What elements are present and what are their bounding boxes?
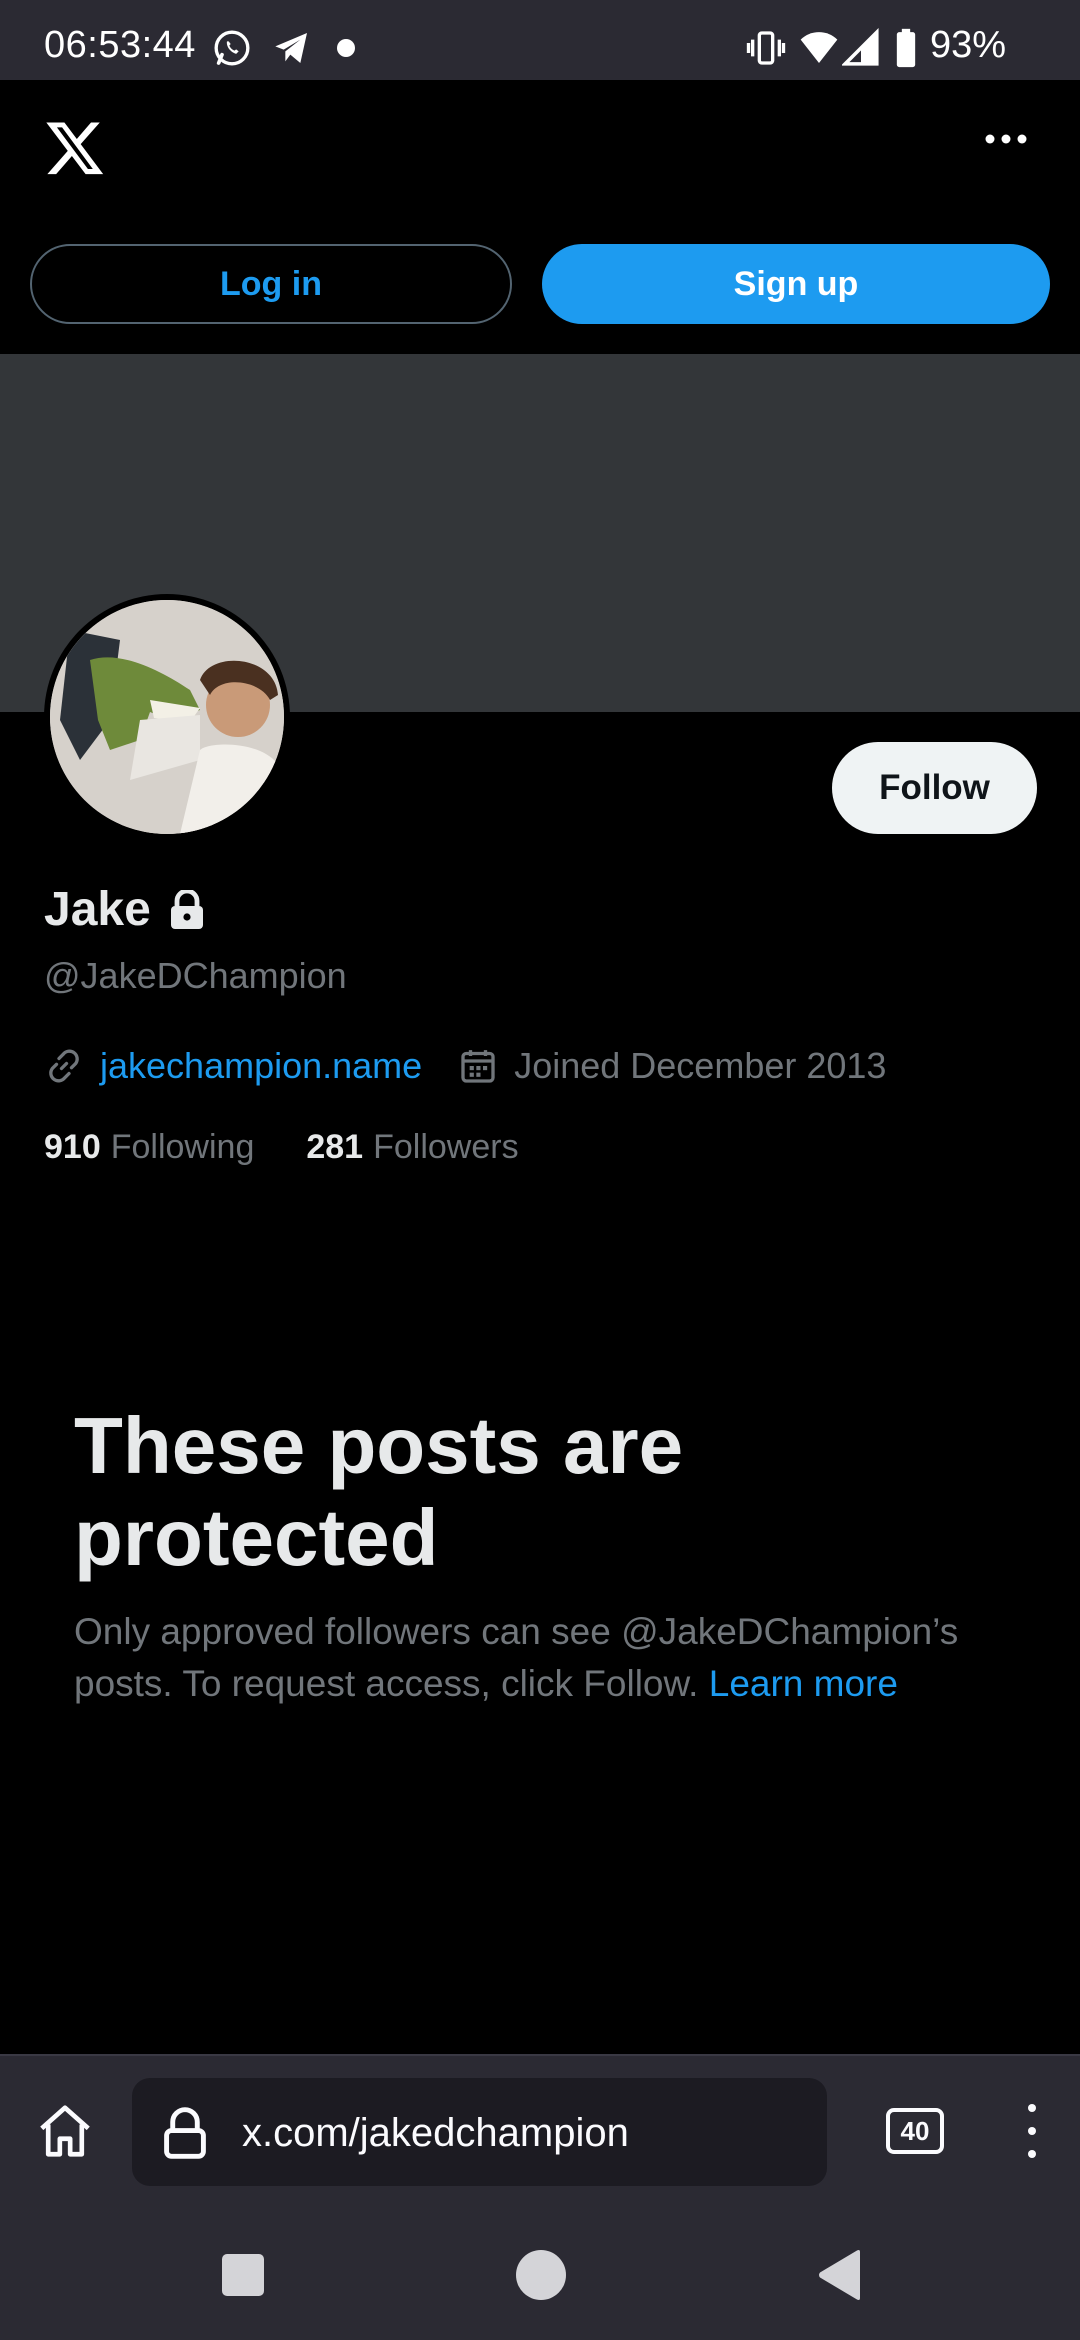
overflow-menu-icon[interactable] [1022, 2100, 1042, 2162]
login-button[interactable]: Log in [30, 244, 512, 324]
x-logo-icon[interactable] [44, 116, 106, 178]
battery-icon [896, 28, 916, 68]
url-lock-icon[interactable] [162, 2106, 208, 2160]
recents-button[interactable] [222, 2254, 264, 2296]
top-bar [0, 80, 1080, 220]
protected-title: These posts are protected [74, 1401, 684, 1582]
signal-icon [842, 28, 879, 66]
following-stat[interactable]: 910 Following [44, 1128, 254, 1167]
vibrate-icon [746, 31, 786, 65]
more-horizontal-icon[interactable] [985, 133, 1027, 145]
avatar[interactable] [44, 594, 290, 840]
joined-date: Joined December 2013 [514, 1045, 887, 1086]
followers-stat[interactable]: 281 Followers [306, 1128, 518, 1167]
followers-count: 281 [306, 1128, 364, 1166]
website-link[interactable]: jakechampion.name [100, 1045, 422, 1087]
home-nav-button[interactable] [516, 2250, 566, 2300]
profile-meta: jakechampion.name Joined December 2013 [44, 1045, 886, 1087]
status-time: 06:53:44 [44, 24, 196, 66]
following-label: Following [110, 1128, 255, 1166]
follow-stats: 910 Following 281 Followers [44, 1128, 519, 1167]
status-bar: 06:53:44 93% [0, 0, 1080, 80]
whatsapp-icon [214, 30, 250, 66]
follow-button[interactable]: Follow [832, 742, 1037, 834]
back-button[interactable] [816, 2248, 864, 2302]
avatar-photo [50, 600, 284, 834]
url-bar[interactable]: x.com/jakedchampion [132, 2078, 827, 2186]
home-icon[interactable] [34, 2100, 96, 2162]
calendar-icon [461, 1050, 495, 1083]
following-count: 910 [44, 1128, 101, 1166]
dot-icon [337, 39, 355, 57]
browser-toolbar: x.com/jakedchampion 40 [0, 2054, 1080, 2206]
url-text[interactable]: x.com/jakedchampion [242, 2111, 629, 2156]
lock-icon [170, 889, 203, 929]
avatar-image [50, 600, 284, 834]
tabs-counter-button[interactable]: 40 [886, 2108, 944, 2154]
display-name: Jake [44, 883, 151, 936]
protected-description: Only approved followers can see @JakeDCh… [74, 1606, 1034, 1710]
telegram-icon [275, 33, 307, 63]
tab-count: 40 [900, 2115, 930, 2146]
profile-name-row: Jake [44, 882, 205, 937]
signup-button[interactable]: Sign up [542, 244, 1050, 324]
link-icon [49, 1049, 79, 1083]
battery-percentage: 93% [930, 24, 1007, 66]
followers-label: Followers [373, 1128, 519, 1166]
wifi-icon [800, 32, 838, 63]
profile-handle: @JakeDChampion [44, 955, 347, 996]
system-nav-bar [0, 2206, 1080, 2340]
learn-more-link[interactable]: Learn more [709, 1663, 898, 1704]
